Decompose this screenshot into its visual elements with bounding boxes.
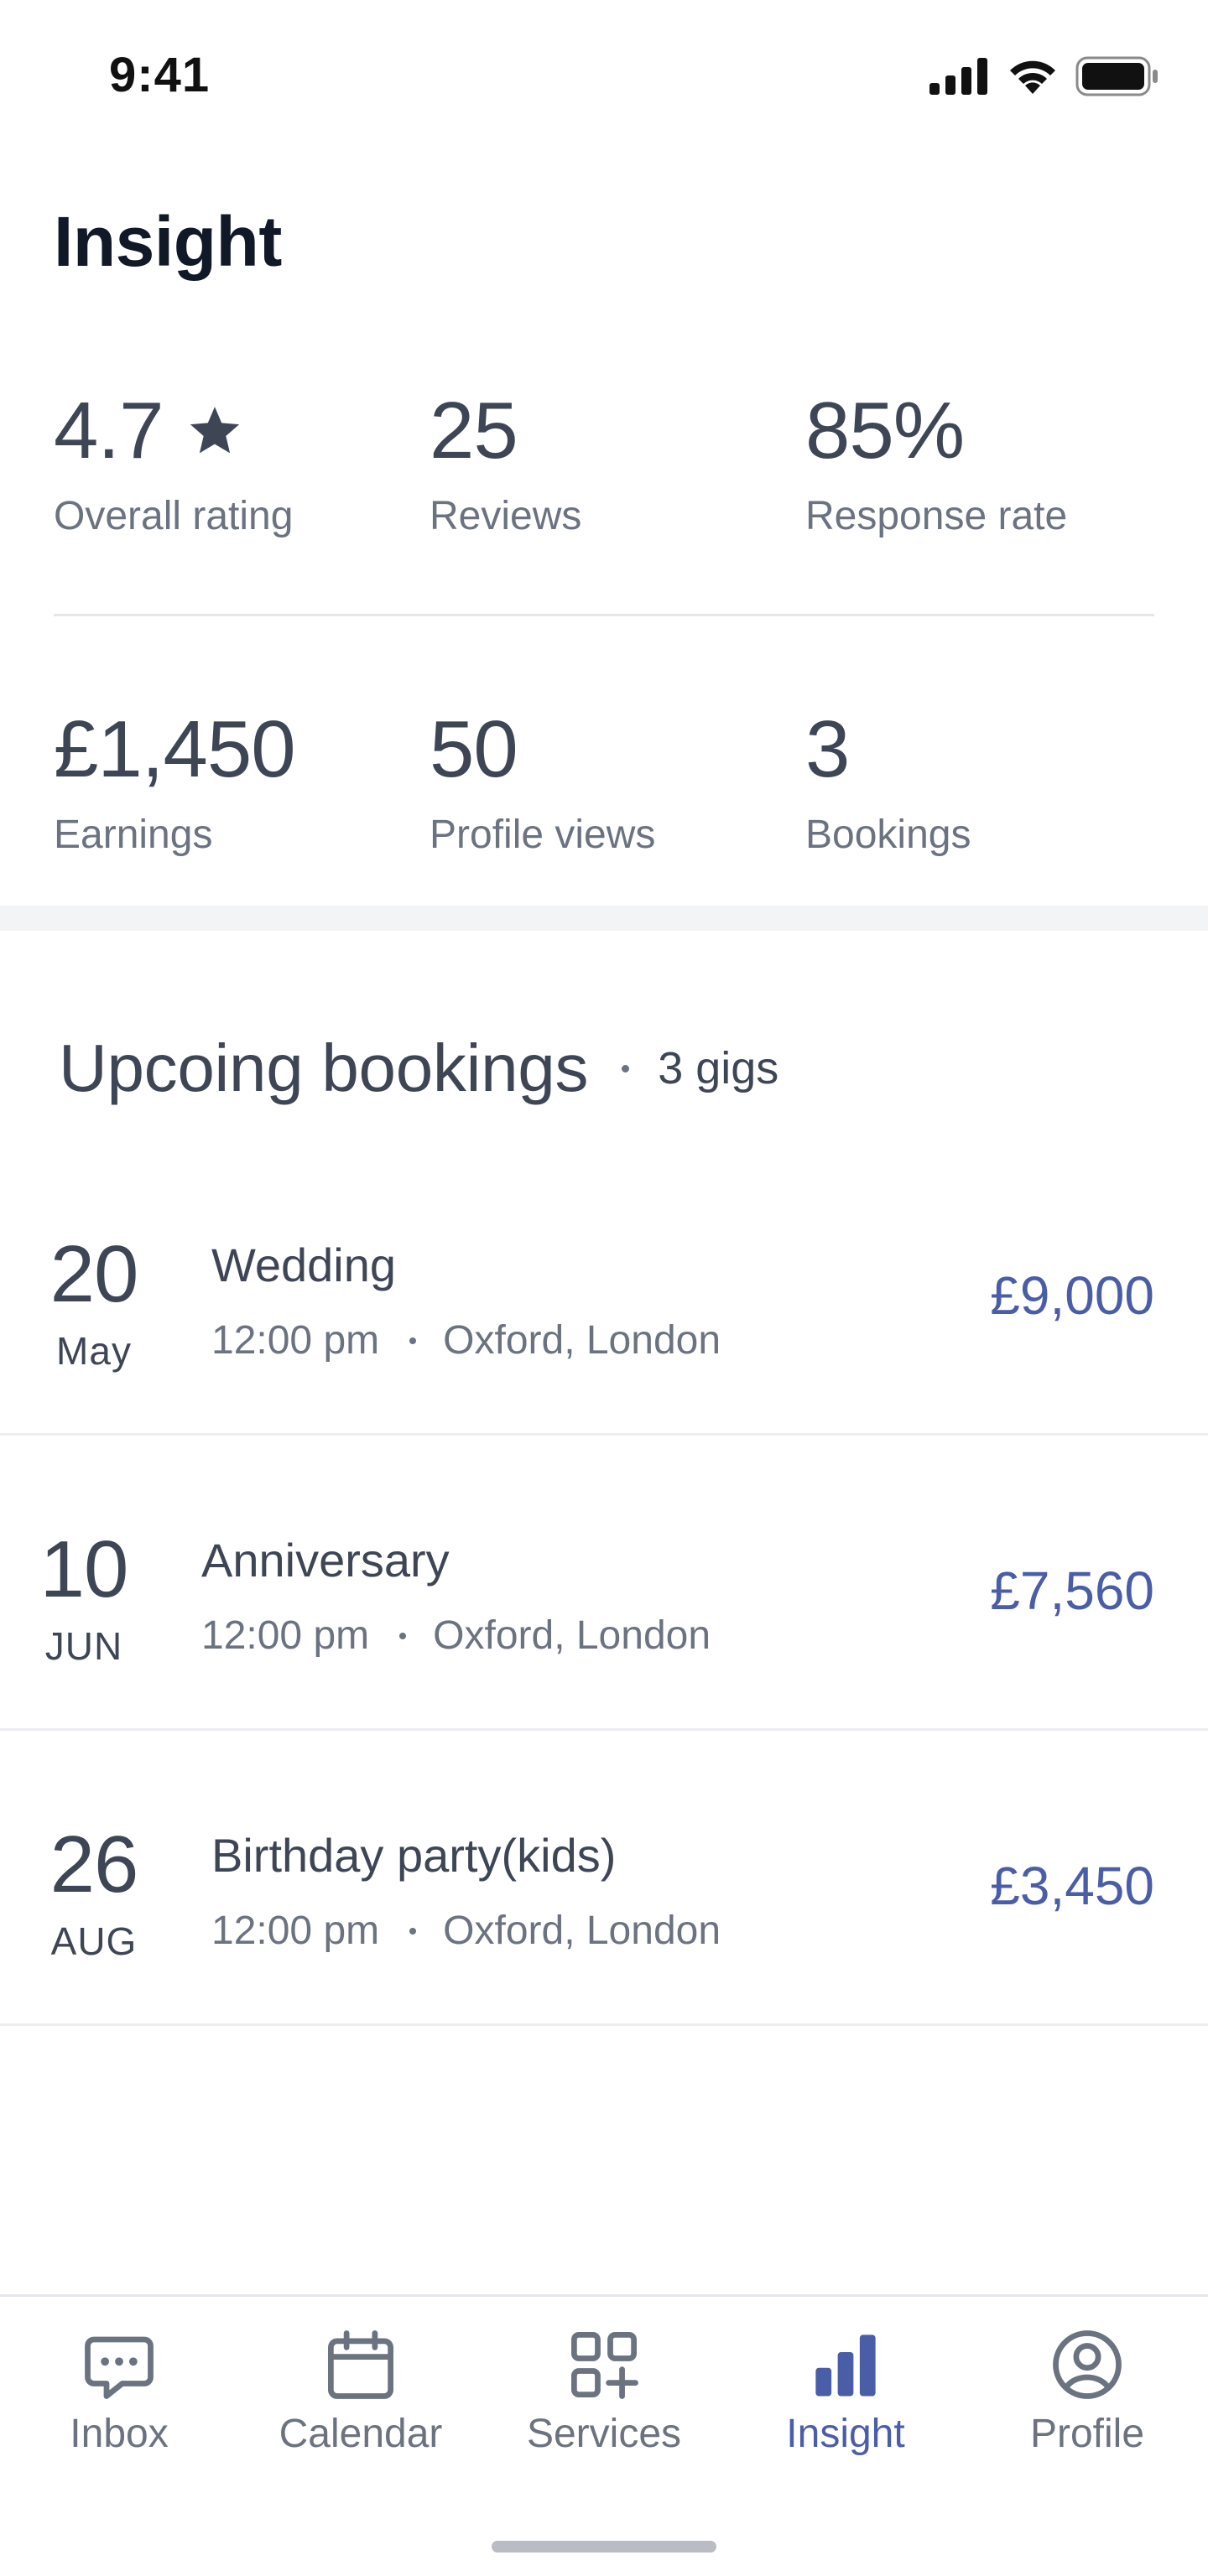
date-day: 26 bbox=[49, 1820, 139, 1909]
booking-meta: 12:00 pm Oxford, London bbox=[211, 1317, 721, 1363]
rating-value: 4.7 bbox=[54, 386, 164, 475]
stat-bookings: 3 Bookings bbox=[805, 709, 971, 858]
date-month: JUN bbox=[44, 1624, 123, 1668]
tab-inbox[interactable]: Inbox bbox=[42, 2327, 196, 2457]
home-indicator bbox=[492, 2541, 716, 2553]
booking-price: £3,450 bbox=[990, 1856, 1154, 1916]
tab-label: Profile bbox=[1029, 2412, 1145, 2456]
separator-dot bbox=[399, 1632, 407, 1639]
tab-label: Calendar bbox=[279, 2412, 443, 2456]
separator-dot bbox=[622, 1064, 630, 1072]
section-title: Upcoing bookings bbox=[59, 1031, 589, 1105]
page-title: Insight bbox=[54, 202, 282, 281]
booking-time: 12:00 pm bbox=[211, 1909, 380, 1953]
booking-location: Oxford, London bbox=[433, 1613, 711, 1658]
booking-date: 20 May bbox=[0, 1234, 188, 1374]
stat-value: 3 bbox=[805, 704, 850, 794]
booking-location: Oxford, London bbox=[443, 1318, 721, 1363]
chat-icon bbox=[85, 2336, 154, 2399]
stat-label: Profile views bbox=[430, 813, 656, 857]
booking-location: Oxford, London bbox=[443, 1909, 721, 1953]
booking-time: 12:00 pm bbox=[201, 1613, 370, 1658]
tab-insight[interactable]: Insight bbox=[762, 2327, 929, 2457]
section-separator bbox=[0, 906, 1208, 931]
booking-info: Birthday party(kids) 12:00 pm Oxford, Lo… bbox=[211, 1828, 721, 1954]
stats-divider bbox=[54, 614, 1154, 616]
gig-count: 3 gigs bbox=[658, 1043, 779, 1093]
stat-label: Response rate bbox=[805, 494, 1068, 538]
status-time: 9:41 bbox=[109, 48, 211, 102]
booking-price: £9,000 bbox=[990, 1265, 1154, 1326]
date-month: May bbox=[56, 1329, 132, 1373]
wifi-icon bbox=[1010, 60, 1055, 94]
booking-price: £7,560 bbox=[990, 1561, 1154, 1621]
insight-screen: 9:41 Insight 4.7 Overall rating 25 Revie… bbox=[0, 0, 1208, 2576]
bottom-tab-bar: Inbox Calendar Services Insight Profile bbox=[0, 2294, 1208, 2576]
tab-profile[interactable]: Profile bbox=[1003, 2327, 1171, 2457]
booking-date: 26 AUG bbox=[0, 1825, 188, 1964]
bar-chart-icon bbox=[815, 2334, 876, 2397]
user-circle-icon bbox=[1053, 2330, 1122, 2399]
stat-label: Overall rating bbox=[54, 494, 294, 538]
booking-meta: 12:00 pm Oxford, London bbox=[211, 1908, 721, 1954]
stat-label: Reviews bbox=[430, 494, 582, 538]
booking-time: 12:00 pm bbox=[211, 1318, 380, 1363]
booking-row[interactable]: 20 May Wedding 12:00 pm Oxford, London £… bbox=[0, 1140, 1208, 1436]
tab-label: Inbox bbox=[70, 2412, 169, 2456]
booking-info: Anniversary 12:00 pm Oxford, London bbox=[201, 1533, 711, 1659]
stat-value: 25 bbox=[430, 386, 518, 475]
date-day: 10 bbox=[39, 1524, 129, 1614]
date-month: AUG bbox=[50, 1919, 138, 1963]
separator-dot bbox=[409, 1927, 417, 1935]
date-day: 20 bbox=[49, 1229, 139, 1319]
booking-row[interactable]: 10 JUN Anniversary 12:00 pm Oxford, Lond… bbox=[0, 1436, 1208, 1731]
stat-value: 50 bbox=[430, 704, 518, 794]
stat-reviews: 25 Reviews bbox=[430, 391, 581, 539]
stat-label: Bookings bbox=[805, 813, 971, 857]
stat-earnings: £1,450 Earnings bbox=[54, 704, 296, 858]
status-bar: 9:41 bbox=[0, 0, 1208, 143]
battery-icon bbox=[1075, 56, 1158, 96]
booking-info: Wedding 12:00 pm Oxford, London bbox=[211, 1238, 721, 1363]
stat-value: 85% bbox=[805, 386, 965, 475]
tab-label: Services bbox=[526, 2412, 682, 2456]
stat-label: Earnings bbox=[54, 813, 213, 857]
tab-services[interactable]: Services bbox=[510, 2327, 698, 2457]
status-icons bbox=[929, 54, 1159, 99]
star-icon bbox=[190, 407, 240, 454]
upcoming-bookings-header: Upcoing bookings 3 gigs bbox=[59, 1030, 778, 1107]
booking-title: Anniversary bbox=[201, 1534, 450, 1587]
booking-title: Wedding bbox=[211, 1239, 397, 1291]
stat-overall-rating: 4.7 Overall rating bbox=[54, 391, 293, 539]
booking-date: 10 JUN bbox=[0, 1530, 178, 1669]
tab-calendar[interactable]: Calendar bbox=[267, 2327, 455, 2457]
booking-meta: 12:00 pm Oxford, London bbox=[201, 1613, 711, 1659]
booking-title: Birthday party(kids) bbox=[211, 1829, 617, 1882]
calendar-icon bbox=[328, 2330, 393, 2399]
stat-response-rate: 85% Response rate bbox=[805, 391, 1067, 539]
stat-value: £1,450 bbox=[54, 704, 296, 794]
tab-label: Insight bbox=[786, 2412, 905, 2456]
grid-plus-icon bbox=[571, 2332, 638, 2399]
stat-value: 4.7 bbox=[54, 391, 293, 471]
signal-icon bbox=[929, 58, 987, 95]
booking-row[interactable]: 26 AUG Birthday party(kids) 12:00 pm Oxf… bbox=[0, 1731, 1208, 2026]
separator-dot bbox=[409, 1337, 417, 1344]
stat-profile-views: 50 Profile views bbox=[430, 709, 655, 858]
